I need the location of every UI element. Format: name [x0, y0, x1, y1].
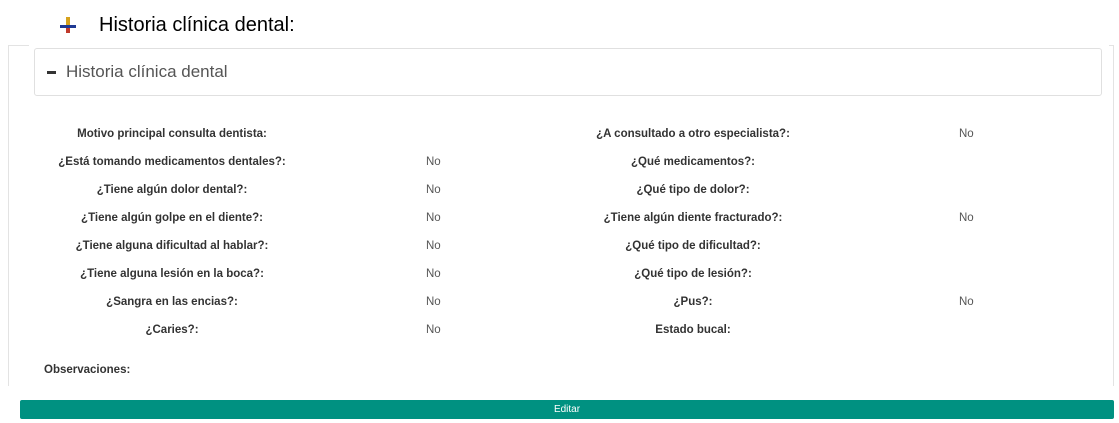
field-row: ¿Tiene alguna lesión en la boca?: No ¿Qu… — [0, 268, 1119, 286]
document-heading: Historia clínica dental: — [60, 10, 295, 40]
field-label: ¿Tiene algún dolor dental?: — [96, 184, 248, 196]
field-label: ¿Sangra en las encias?: — [106, 296, 238, 308]
field-label: ¿Tiene algún golpe en el diente?: — [81, 212, 263, 224]
field-value: No — [959, 128, 974, 140]
field-value: No — [426, 156, 441, 168]
field-row: ¿Sangra en las encias?: No ¿Pus?: No — [0, 296, 1119, 314]
field-label: ¿Tiene alguna dificultad al hablar?: — [75, 240, 269, 252]
field-label: ¿Caries?: — [145, 324, 199, 336]
panel-title: Historia clínica dental — [66, 62, 228, 81]
field-label: ¿Qué tipo de lesión?: — [634, 268, 752, 280]
field-label: Motivo principal consulta dentista: — [77, 128, 267, 140]
document-heading-text: Historia clínica dental: — [99, 13, 295, 36]
field-row: Motivo principal consulta dentista: ¿A c… — [0, 128, 1119, 146]
field-row: ¿Tiene alguna dificultad al hablar?: No … — [0, 240, 1119, 258]
field-value: No — [959, 296, 974, 308]
edit-button[interactable]: Editar — [20, 400, 1114, 419]
field-row: ¿Caries?: No Estado bucal: — [0, 324, 1119, 342]
field-label: ¿Pus?: — [673, 296, 713, 308]
field-value: No — [426, 212, 441, 224]
field-value: No — [426, 324, 441, 336]
field-label: ¿A consultado a otro especialista?: — [596, 128, 790, 140]
field-row: ¿Tiene algún golpe en el diente?: No ¿Ti… — [0, 212, 1119, 230]
observations-label: Observaciones: — [44, 364, 131, 376]
field-value: No — [426, 240, 441, 252]
field-label: ¿Qué medicamentos?: — [631, 156, 755, 168]
field-value: No — [426, 268, 441, 280]
field-value: No — [959, 212, 974, 224]
field-value: No — [426, 296, 441, 308]
field-value: No — [426, 184, 441, 196]
field-label: ¿Qué tipo de dificultad?: — [625, 240, 761, 252]
field-row: ¿Está tomando medicamentos dentales?: No… — [0, 156, 1119, 174]
field-label: ¿Tiene algún diente fracturado?: — [603, 212, 783, 224]
field-row: ¿Tiene algún dolor dental?: No ¿Qué tipo… — [0, 184, 1119, 202]
field-label: ¿Está tomando medicamentos dentales?: — [58, 156, 286, 168]
panel-header[interactable]: Historia clínica dental — [34, 48, 1102, 96]
minus-icon[interactable] — [47, 70, 56, 74]
field-label: ¿Tiene alguna lesión en la boca?: — [80, 268, 264, 280]
plus-bullet-icon — [60, 17, 76, 33]
field-label: Estado bucal: — [655, 324, 731, 336]
field-label: ¿Qué tipo de dolor?: — [636, 184, 750, 196]
